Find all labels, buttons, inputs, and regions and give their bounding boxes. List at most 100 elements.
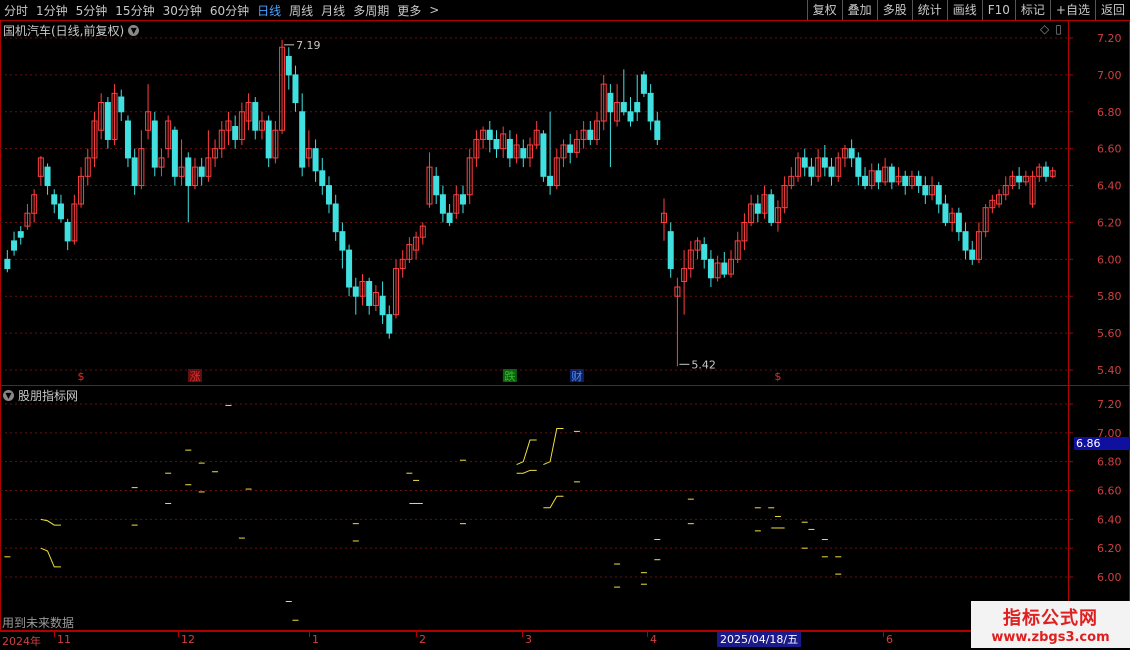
candle-down[interactable] [292, 74, 299, 104]
candle-down[interactable] [312, 148, 319, 172]
date-tick [883, 632, 884, 637]
candle-down[interactable] [118, 96, 125, 113]
candle-down[interactable] [366, 280, 373, 306]
indicator-tick-label: 7.20 [1097, 398, 1122, 411]
event-marker[interactable]: 涨 [189, 370, 200, 383]
candle-down[interactable] [171, 129, 178, 177]
date-tick [178, 632, 179, 637]
candle-down[interactable] [634, 102, 641, 113]
date-tick [309, 632, 310, 637]
candle-down[interactable] [540, 133, 547, 177]
candle-down[interactable] [1016, 175, 1023, 183]
candle-down[interactable] [386, 314, 393, 334]
candle-down[interactable] [701, 244, 708, 260]
candle-down[interactable] [325, 185, 332, 205]
candle-down[interactable] [942, 203, 949, 223]
candle-down[interactable] [439, 194, 446, 214]
candle-down[interactable] [285, 55, 292, 76]
candle-down[interactable] [627, 111, 634, 122]
candle-down[interactable] [185, 157, 192, 187]
candle-down[interactable] [607, 92, 614, 113]
candle-down[interactable] [821, 157, 828, 168]
candle-down[interactable] [11, 240, 18, 251]
candle-down[interactable] [459, 194, 466, 205]
candle-down[interactable] [567, 144, 574, 153]
candle-down[interactable] [346, 249, 353, 288]
price-tick-label: 7.00 [1097, 69, 1122, 82]
candle-down[interactable] [4, 258, 11, 270]
candle-down[interactable] [198, 166, 205, 177]
candle-down[interactable] [332, 203, 339, 233]
indicator-tick-label: 6.20 [1097, 542, 1122, 555]
candle-down[interactable] [131, 157, 138, 187]
candle-down[interactable] [232, 126, 239, 140]
candle-down[interactable] [915, 175, 922, 187]
date-tick [522, 632, 523, 637]
event-marker[interactable]: $ [774, 370, 781, 383]
future-data-note: 用到未来数据 [2, 616, 75, 630]
candle-down[interactable] [265, 120, 272, 159]
candle-down[interactable] [299, 111, 306, 168]
candle-down[interactable] [252, 102, 259, 131]
candle-down[interactable] [51, 194, 58, 205]
candle-down[interactable] [44, 166, 51, 187]
candle-down[interactable] [862, 175, 869, 187]
candle-down[interactable] [124, 120, 131, 159]
candle-down[interactable] [587, 129, 594, 140]
candle-down[interactable] [319, 170, 326, 187]
candle-down[interactable] [754, 203, 761, 214]
indicator-tick-label: 6.60 [1097, 485, 1122, 498]
indicator-name: 股朋指标网 [18, 389, 79, 403]
event-marker[interactable]: 跌 [504, 369, 515, 383]
price-tick-label: 5.60 [1097, 327, 1122, 340]
candle-down[interactable] [855, 157, 862, 177]
candle-down[interactable] [640, 74, 647, 94]
candle-down[interactable] [547, 175, 554, 187]
candle-down[interactable] [339, 231, 346, 251]
event-marker[interactable]: 财 [571, 369, 582, 383]
candle-down[interactable] [768, 194, 775, 223]
price-tick-label: 7.20 [1097, 32, 1122, 45]
candle-down[interactable] [888, 166, 895, 183]
indicator-line [40, 547, 61, 568]
chevron-down-icon[interactable]: ▼ [3, 390, 14, 401]
candle-down[interactable] [962, 231, 969, 251]
candle-down[interactable] [808, 166, 815, 177]
candle-down[interactable] [667, 231, 674, 270]
kline-chart[interactable]: 7.20 7.00 6.80 6.60 6.40 6.20 6.00 5.80 5.60 5.40… [0, 0, 1130, 632]
candle-down[interactable] [433, 175, 440, 196]
candle-down[interactable] [875, 170, 882, 183]
price-tick-label: 6.40 [1097, 180, 1122, 193]
price-tick-label: 6.80 [1097, 106, 1122, 119]
candle-down[interactable] [647, 92, 654, 122]
candle-down[interactable] [969, 249, 976, 260]
candle-down[interactable] [104, 102, 111, 140]
candle-down[interactable] [1042, 166, 1049, 177]
candle-down[interactable] [57, 203, 64, 220]
candle-down[interactable] [848, 148, 855, 159]
candle-down[interactable] [520, 148, 527, 159]
candle-down[interactable] [64, 221, 71, 242]
candle-down[interactable] [17, 231, 24, 238]
candle-down[interactable] [801, 157, 808, 168]
candle-down[interactable] [506, 138, 513, 159]
candle-down[interactable] [955, 212, 962, 233]
event-marker[interactable]: $ [78, 370, 85, 383]
candle-down[interactable] [486, 129, 493, 140]
indicator-line [40, 518, 61, 526]
candle-down[interactable] [721, 262, 728, 275]
candle-down[interactable] [352, 286, 359, 297]
candle-down[interactable] [446, 212, 453, 223]
date-tick [54, 632, 55, 637]
indicator-line [543, 495, 564, 509]
candle-down[interactable] [935, 185, 942, 205]
candle-down[interactable] [922, 185, 929, 196]
candle-down[interactable] [379, 295, 386, 316]
candle-down[interactable] [902, 175, 909, 187]
candle-down[interactable] [151, 120, 158, 168]
candle-down[interactable] [654, 120, 661, 140]
candle-down[interactable] [493, 138, 500, 150]
candle-down[interactable] [620, 102, 627, 113]
candle-down[interactable] [707, 258, 714, 279]
candle-down[interactable] [828, 166, 835, 177]
